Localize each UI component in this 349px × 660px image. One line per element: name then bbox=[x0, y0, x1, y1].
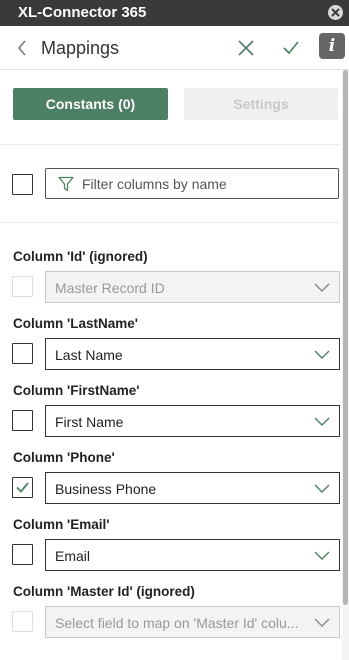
chevron-down-icon bbox=[314, 350, 330, 359]
mapping-column-label: Column 'LastName' bbox=[13, 316, 138, 331]
confirm-check-icon[interactable] bbox=[282, 40, 300, 56]
mapping-field-value: First Name bbox=[55, 414, 124, 430]
mapping-field-select[interactable]: Business Phone bbox=[45, 472, 340, 504]
mapping-column-label: Column 'Id' (ignored) bbox=[13, 249, 148, 264]
app-title: XL-Connector 365 bbox=[18, 4, 147, 21]
settings-button[interactable]: Settings bbox=[184, 88, 338, 120]
mapping-checkbox[interactable] bbox=[12, 410, 33, 431]
close-icon bbox=[331, 8, 340, 17]
mapping-field-value: Last Name bbox=[55, 347, 123, 363]
constants-button[interactable]: Constants (0) bbox=[13, 88, 168, 120]
mapping-field-select: Master Record ID bbox=[45, 271, 340, 303]
chevron-down-icon bbox=[314, 417, 330, 426]
back-chevron-icon[interactable] bbox=[16, 39, 28, 57]
page-title: Mappings bbox=[41, 38, 120, 58]
checkmark-icon bbox=[16, 482, 29, 493]
info-button[interactable]: i bbox=[319, 33, 345, 59]
mapping-column-label: Column 'Master Id' (ignored) bbox=[13, 584, 195, 599]
select-all-checkbox[interactable] bbox=[12, 174, 33, 195]
mapping-checkbox[interactable] bbox=[12, 343, 33, 364]
chevron-down-icon bbox=[314, 484, 330, 493]
mapping-checkbox[interactable] bbox=[12, 544, 33, 565]
mapping-column-label: Column 'FirstName' bbox=[13, 383, 140, 398]
chevron-down-icon bbox=[314, 283, 330, 292]
chevron-down-icon bbox=[314, 551, 330, 560]
mapping-field-select[interactable]: Last Name bbox=[45, 338, 340, 370]
mapping-field-value: Business Phone bbox=[55, 481, 157, 497]
mapping-checkbox[interactable] bbox=[12, 477, 33, 498]
close-window-button[interactable] bbox=[328, 5, 343, 20]
funnel-filter-icon bbox=[58, 176, 74, 192]
mapping-field-value: Select field to map on 'Master Id' colu.… bbox=[55, 615, 299, 631]
scrollbar-thumb[interactable] bbox=[343, 70, 348, 605]
mapping-field-select: Select field to map on 'Master Id' colu.… bbox=[45, 606, 340, 638]
cancel-x-icon[interactable] bbox=[237, 39, 255, 57]
mapping-column-label: Column 'Phone' bbox=[13, 450, 115, 465]
filter-placeholder: Filter columns by name bbox=[82, 176, 227, 192]
mapping-column-label: Column 'Email' bbox=[13, 517, 110, 532]
panel-header: Mappings i bbox=[0, 26, 349, 70]
mapping-field-select[interactable]: First Name bbox=[45, 405, 340, 437]
mapping-checkbox bbox=[12, 276, 33, 297]
mapping-field-value: Master Record ID bbox=[55, 280, 165, 296]
divider bbox=[0, 222, 340, 223]
window-titlebar: XL-Connector 365 bbox=[0, 0, 349, 26]
filter-columns-input[interactable]: Filter columns by name bbox=[45, 168, 339, 199]
mapping-checkbox bbox=[12, 611, 33, 632]
divider bbox=[0, 144, 340, 145]
mapping-field-select[interactable]: Email bbox=[45, 539, 340, 571]
chevron-down-icon bbox=[314, 618, 330, 627]
mapping-field-value: Email bbox=[55, 548, 91, 564]
